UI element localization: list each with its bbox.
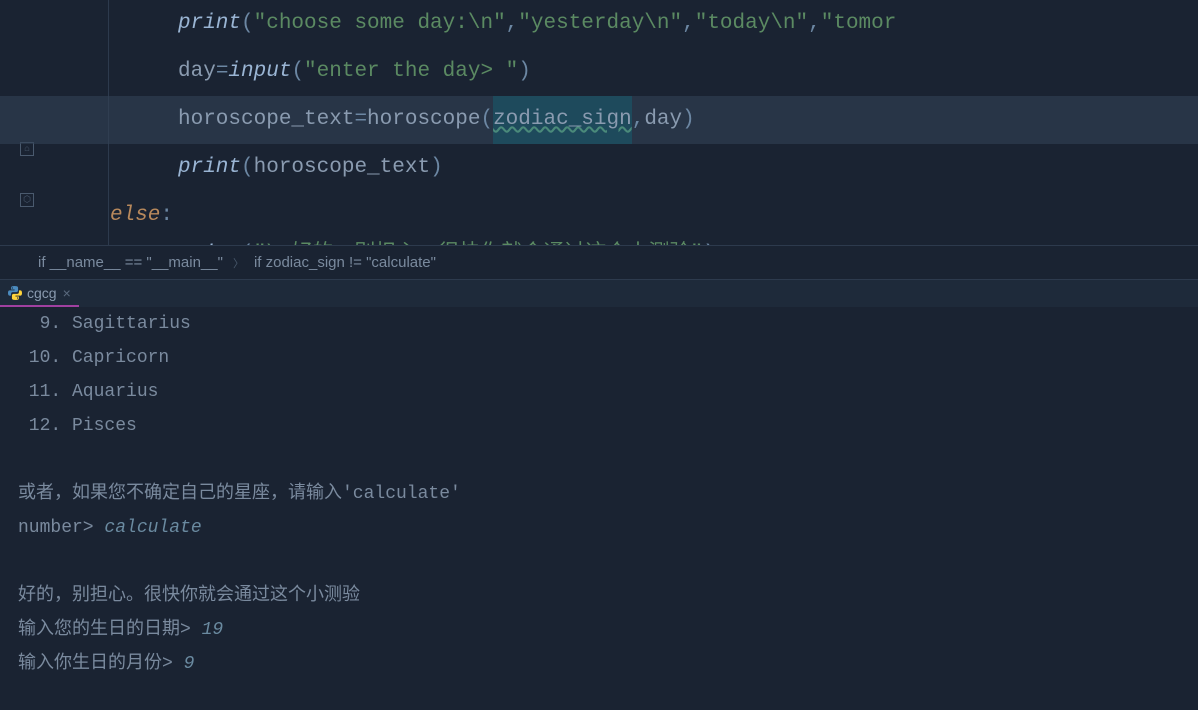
code-line[interactable]: else: bbox=[110, 192, 1198, 240]
code-line-current[interactable]: horoscope_text = horoscope(zodiac_sign, … bbox=[0, 96, 1198, 144]
function-call: print bbox=[178, 0, 241, 48]
string-literal: "yesterday\n" bbox=[518, 0, 682, 48]
code-editor[interactable]: ⌂ ⬡ print("choose some day:\n", "yesterd… bbox=[0, 0, 1198, 245]
code-line[interactable]: print("choose some day:\n", "yesterday\n… bbox=[110, 0, 1198, 48]
terminal-tab-label: cgcg bbox=[27, 285, 57, 301]
user-input: 19 bbox=[202, 620, 224, 640]
blank-line bbox=[18, 545, 1180, 579]
user-input: calculate bbox=[104, 518, 201, 538]
prompt-text: 输入您的生日的日期> bbox=[18, 620, 202, 640]
terminal-line: 10. Capricorn bbox=[18, 341, 1180, 375]
string-literal: "today\n" bbox=[695, 0, 808, 48]
fold-icon[interactable]: ⬡ bbox=[20, 193, 34, 207]
close-icon[interactable]: × bbox=[63, 285, 71, 301]
function-call: horoscope bbox=[367, 96, 480, 144]
terminal-line: 9. Sagittarius bbox=[18, 307, 1180, 341]
terminal-line: 12. Pisces bbox=[18, 409, 1180, 443]
breadcrumb-item[interactable]: if zodiac_sign != "calculate" bbox=[254, 254, 436, 271]
function-call: print bbox=[178, 144, 241, 192]
string-literal: "\n好的，别担心。很快你就会通过这个小测验" bbox=[254, 240, 703, 245]
function-call: print bbox=[178, 240, 241, 245]
blank-line bbox=[18, 443, 1180, 477]
prompt-text: number> bbox=[18, 518, 104, 538]
string-literal: "tomor bbox=[821, 0, 897, 48]
breadcrumb-item[interactable]: if __name__ == "__main__" bbox=[38, 254, 223, 271]
terminal-tab-active[interactable]: cgcg × bbox=[0, 280, 79, 307]
code-line[interactable]: print(horoscope_text) bbox=[110, 144, 1198, 192]
terminal-output[interactable]: 9. Sagittarius 10. Capricorn 11. Aquariu… bbox=[0, 307, 1198, 710]
argument: horoscope_text bbox=[254, 144, 430, 192]
user-input: 9 bbox=[184, 654, 195, 674]
string-literal: "enter the day> " bbox=[304, 48, 518, 96]
terminal-line: 输入你生日的月份> 9 bbox=[18, 647, 1180, 681]
terminal-line: 好的，别担心。很快你就会通过这个小测验 bbox=[18, 579, 1180, 613]
string-literal: "choose some day:\n" bbox=[254, 0, 506, 48]
prompt-text: 输入你生日的月份> bbox=[18, 654, 184, 674]
code-line[interactable]: print("\n好的，别担心。很快你就会通过这个小测验") bbox=[110, 240, 1198, 245]
code-line[interactable]: day = input("enter the day> ") bbox=[110, 48, 1198, 96]
variable: horoscope_text bbox=[178, 96, 354, 144]
fold-icon[interactable]: ⌂ bbox=[20, 142, 34, 156]
terminal-line: 11. Aquarius bbox=[18, 375, 1180, 409]
argument: day bbox=[644, 96, 682, 144]
variable: day bbox=[178, 48, 216, 96]
selected-argument: zodiac_sign bbox=[493, 96, 632, 144]
chevron-right-icon: 〉 bbox=[233, 255, 244, 271]
code-content[interactable]: print("choose some day:\n", "yesterday\n… bbox=[0, 0, 1198, 245]
terminal-line: number> calculate bbox=[18, 511, 1180, 545]
function-call: input bbox=[228, 48, 291, 96]
breadcrumb: if __name__ == "__main__" 〉 if zodiac_si… bbox=[0, 245, 1198, 279]
terminal-tab-bar: cgcg × bbox=[0, 279, 1198, 307]
terminal-line: 输入您的生日的日期> 19 bbox=[18, 613, 1180, 647]
terminal-line: 或者，如果您不确定自己的星座，请输入'calculate' bbox=[18, 477, 1180, 511]
keyword-else: else bbox=[110, 192, 160, 240]
python-icon bbox=[8, 286, 22, 300]
